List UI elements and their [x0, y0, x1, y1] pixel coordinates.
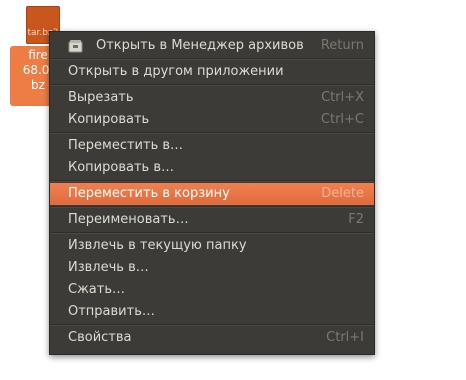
menu-item-shortcut: Ctrl+I	[326, 330, 364, 345]
menu-item-label: Извлечь в…	[68, 260, 149, 275]
menu-separator	[50, 84, 374, 86]
menu-item-shortcut: F2	[348, 212, 364, 227]
menu-separator	[50, 180, 374, 182]
context-menu: Открыть в Менеджер архивов Return Открыт…	[49, 31, 375, 355]
menu-separator	[50, 132, 374, 134]
menu-item-label: Переместить в корзину	[68, 186, 230, 201]
menu-separator	[50, 232, 374, 234]
menu-separator	[50, 206, 374, 208]
menu-item-label: Переместить в…	[68, 138, 184, 153]
menu-item-label: Копировать в…	[68, 160, 174, 175]
menu-item-label: Копировать	[68, 112, 150, 127]
menu-item-shortcut: Ctrl+C	[320, 112, 364, 127]
menu-item-extract-to[interactable]: Извлечь в…	[50, 257, 374, 279]
menu-item-shortcut: Ctrl+X	[321, 90, 364, 105]
menu-separator	[50, 58, 374, 60]
menu-item-extract-here[interactable]: Извлечь в текущую папку	[50, 235, 374, 257]
menu-item-label: Переименовать…	[68, 212, 189, 227]
menu-item-open-archive-manager[interactable]: Открыть в Менеджер архивов Return	[50, 35, 374, 57]
menu-item-move-to-trash[interactable]: Переместить в корзину Delete	[50, 183, 374, 205]
menu-item-label: Сжать…	[68, 282, 125, 297]
menu-item-label: Отправить…	[68, 304, 155, 319]
menu-item-copy-to[interactable]: Копировать в…	[50, 157, 374, 179]
menu-item-move-to[interactable]: Переместить в…	[50, 135, 374, 157]
menu-item-properties[interactable]: Свойства Ctrl+I	[50, 327, 374, 349]
menu-item-send-to[interactable]: Отправить…	[50, 301, 374, 323]
menu-item-compress[interactable]: Сжать…	[50, 279, 374, 301]
menu-item-cut[interactable]: Вырезать Ctrl+X	[50, 87, 374, 109]
menu-item-label: Открыть в другом приложении	[68, 64, 284, 79]
menu-item-shortcut: Return	[320, 38, 364, 53]
menu-item-label: Вырезать	[68, 90, 134, 105]
menu-item-label: Открыть в Менеджер архивов	[96, 38, 304, 53]
menu-item-rename[interactable]: Переименовать… F2	[50, 209, 374, 231]
menu-item-open-with-other-app[interactable]: Открыть в другом приложении	[50, 61, 374, 83]
menu-separator	[50, 324, 374, 326]
menu-item-label: Свойства	[68, 330, 132, 345]
menu-item-shortcut: Delete	[321, 186, 364, 201]
menu-item-copy[interactable]: Копировать Ctrl+C	[50, 109, 374, 131]
archive-manager-icon	[68, 39, 83, 53]
menu-item-label: Извлечь в текущую папку	[68, 238, 247, 253]
